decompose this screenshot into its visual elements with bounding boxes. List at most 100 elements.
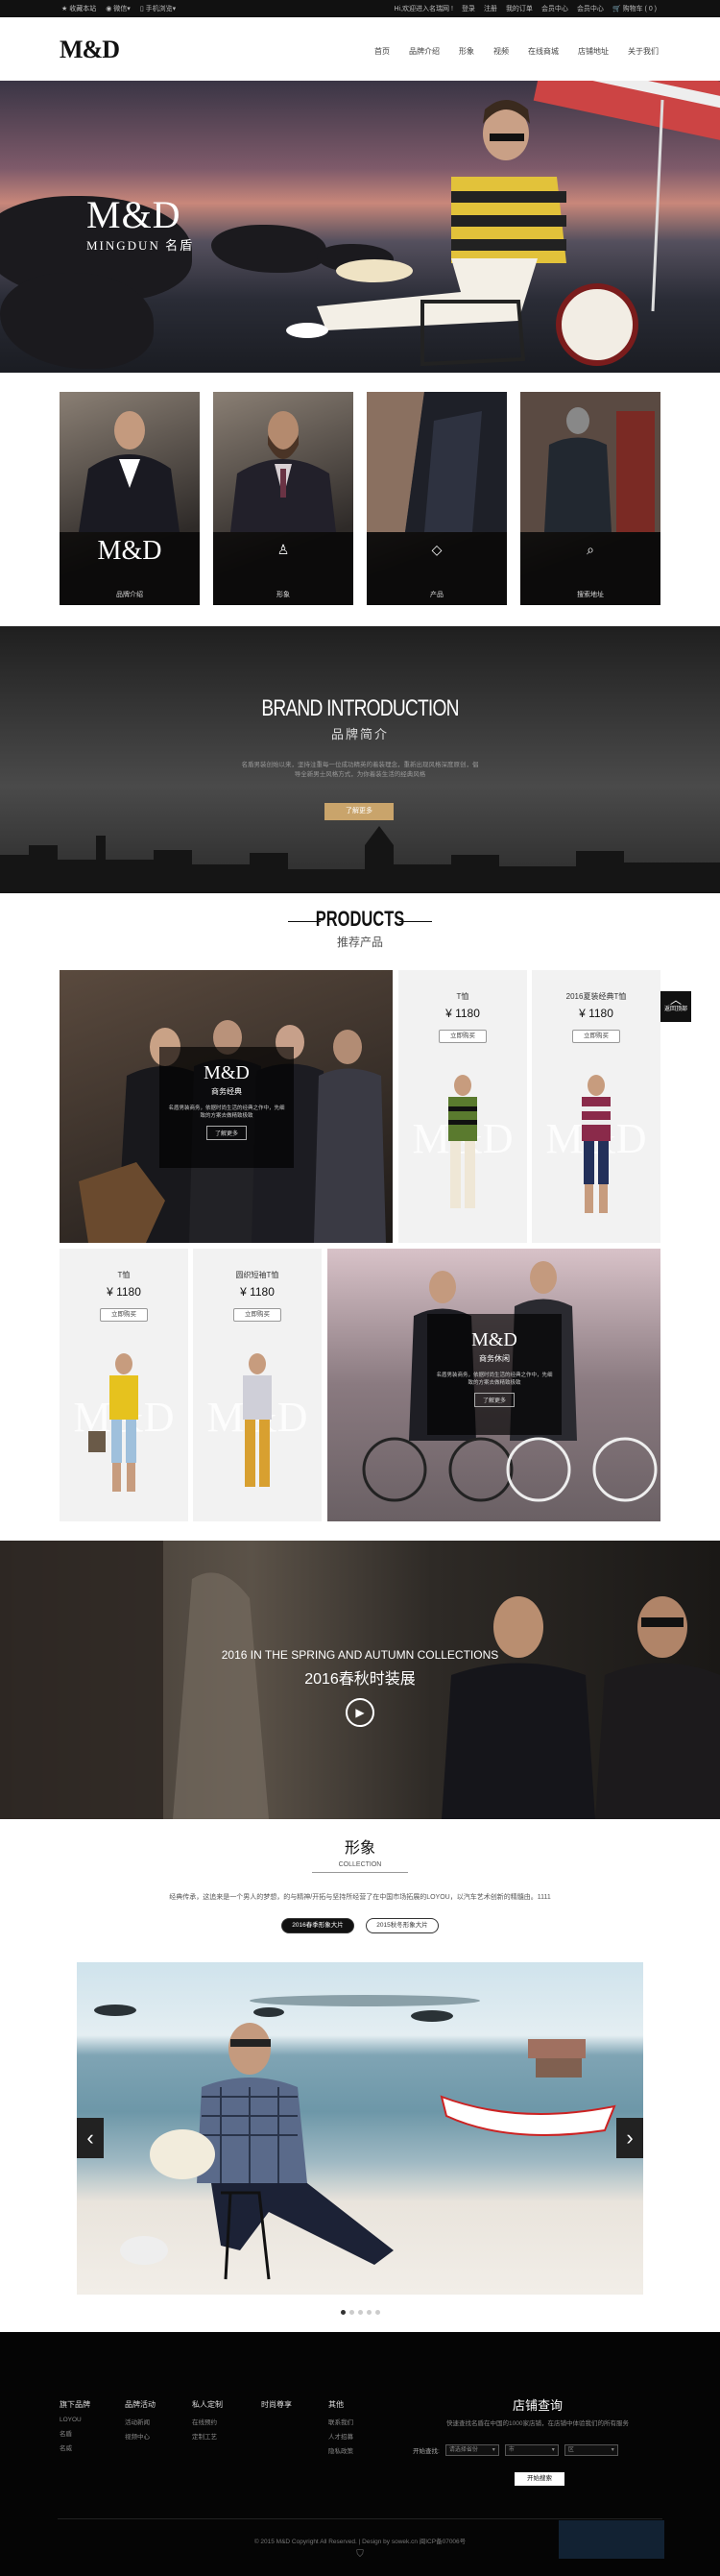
card-search[interactable]: ⌕ 搜索地址 [520, 392, 660, 605]
footer-col-events: 品牌活动 活动新闻 视频中心 [125, 2399, 156, 2445]
slider-dot[interactable] [366, 2310, 372, 2315]
divider [399, 921, 432, 922]
mobile-label: 手机浏览 [145, 6, 173, 12]
footer-link[interactable]: 视频中心 [125, 2431, 156, 2441]
card-label: 产品 [430, 592, 444, 598]
back-to-top-label: 返回顶部 [663, 1007, 687, 1012]
product-model [582, 1075, 611, 1213]
footer-link[interactable]: 活动新闻 [125, 2417, 156, 2426]
store-desc: 快速查找名盾在中国的1000家店铺，在店铺中体验我们的所有服务 [446, 2420, 629, 2427]
province-select[interactable]: 请选择省份 [444, 2444, 499, 2456]
product-price: ¥ 1180 [445, 1007, 480, 1020]
product-tile[interactable]: T恤 ¥ 1180 立即购买 M&D [60, 1249, 188, 1521]
select-label: 开始查找: [413, 2448, 440, 2455]
card-image[interactable]: ♙ 形象 [213, 392, 353, 605]
nav-home[interactable]: 首页 [374, 46, 390, 57]
footer-link[interactable]: 人才招募 [328, 2431, 353, 2441]
product-tile[interactable]: T恤 ¥ 1180 立即购买 M&D [398, 970, 527, 1243]
slider-dot[interactable] [340, 2310, 346, 2315]
orders-link[interactable]: 我的订单 [506, 4, 533, 13]
footer-link[interactable]: 联系我们 [328, 2417, 353, 2426]
buy-button[interactable]: 立即购买 [233, 1308, 281, 1322]
card-label: 品牌介绍 [116, 592, 143, 598]
tab-2015-autumn[interactable]: 2015秋冬形象大片 [366, 1918, 439, 1933]
nav-shop[interactable]: 在线商城 [528, 46, 559, 57]
product-tile[interactable]: 2016夏装经典T恤 ¥ 1180 立即购买 M&D [532, 970, 660, 1243]
favorite-link[interactable]: ★ 收藏本站 [61, 4, 96, 13]
feature-cards: M&D 品牌介绍 ♙ 形象 ◇ 产品 ⌕ 搜索地址 [60, 392, 660, 605]
login-link[interactable]: 登录 [462, 4, 475, 13]
product-business-classic[interactable]: M&D 商务经典 名盾男装商务，依据时尚生活的经典之作中，先细致的方案去做精致极… [60, 970, 393, 1243]
footer-col-fashion: 时尚尊享 [261, 2399, 292, 2417]
overlay-desc: 名盾男装商务，依据时尚生活的经典之作中，先细致的方案去做精致极致 [168, 1106, 285, 1119]
mobile-link[interactable]: ▯ 手机浏览▾ [140, 4, 176, 13]
city-select[interactable]: 市 [504, 2444, 559, 2456]
nav-stores[interactable]: 店铺地址 [578, 46, 609, 57]
member-link-2[interactable]: 会员中心 [577, 4, 604, 13]
card-image-photo [230, 411, 336, 532]
back-to-top-button[interactable]: ︿ 返回顶部 [660, 991, 691, 1022]
card-brand-photo [79, 411, 180, 532]
arrow-up-icon: ︿ [669, 993, 682, 1007]
buy-button[interactable]: 立即购买 [572, 1030, 620, 1043]
products-title: PRODUCTS [315, 907, 405, 931]
card-products-photo [367, 392, 507, 532]
collection-slider[interactable] [77, 1962, 643, 2295]
slider-dot[interactable] [374, 2310, 380, 2315]
footer-link[interactable]: 在线预约 [192, 2417, 223, 2426]
intro-text: 名盾男装创始以来，坚持注重每一位成功精英的着装理念，重新出现风格深度原创，倡导全… [241, 762, 479, 778]
product-name: 2016夏装经典T恤 [565, 992, 627, 1001]
products-subtitle: 推荐产品 [336, 936, 383, 949]
buy-button[interactable]: 立即购买 [100, 1308, 148, 1322]
hero-banner[interactable]: M&D MINGDUN 名盾 [0, 81, 720, 373]
district-select[interactable]: 区 [564, 2444, 618, 2456]
footer-link[interactable]: 隐私政策 [328, 2445, 353, 2455]
slider-dots [0, 2307, 720, 2317]
slider-next-button[interactable]: › [616, 2118, 643, 2158]
cart-label: 购物车 ( 0 ) [622, 6, 657, 12]
footer-link[interactable]: LOYOU [60, 2417, 90, 2423]
register-link[interactable]: 注册 [484, 4, 497, 13]
product-name: T恤 [456, 992, 469, 1001]
image-subtitle: COLLECTION [338, 1861, 382, 1868]
overlay-more-button[interactable]: 了解更多 [473, 1393, 515, 1407]
welcome-text: Hi,欢迎进入名瑞网 ! [394, 6, 453, 12]
site-logo[interactable]: M&D [60, 36, 120, 64]
footer-link[interactable]: 定制工艺 [192, 2431, 223, 2441]
wechat-label: 微信 [113, 6, 128, 12]
product-name: T恤 [117, 1271, 131, 1279]
footer-link[interactable]: 名盾 [60, 2428, 90, 2438]
footer-link[interactable]: 名威 [60, 2442, 90, 2452]
slider-dot[interactable] [357, 2310, 363, 2315]
nav-video[interactable]: 视频 [493, 46, 509, 57]
play-icon[interactable]: ▶ [346, 1698, 374, 1727]
buy-button[interactable]: 立即购买 [439, 1030, 487, 1043]
nav-about[interactable]: 关于我们 [628, 46, 659, 57]
products-header: PRODUCTS 推荐产品 [0, 907, 720, 950]
product-model [243, 1353, 272, 1487]
product-business-casual[interactable]: M&D 商务休闲 名盾男装商务，依据时尚生活的经典之作中，先细致的方案去做精致极… [327, 1249, 660, 1521]
card-brand[interactable]: M&D 品牌介绍 [60, 392, 200, 605]
wechat-link[interactable]: ◉ 微信▾ [106, 4, 131, 13]
product-price: ¥ 1180 [579, 1007, 613, 1020]
member-link[interactable]: 会员中心 [541, 4, 568, 13]
brand-intro-section: BRAND INTRODUCTION 品牌简介 名盾男装创始以来，坚持注重每一位… [0, 626, 720, 893]
image-title: 形象 [344, 1840, 375, 1857]
nav-image[interactable]: 形象 [459, 46, 474, 57]
store-search-button[interactable]: 开始搜索 [515, 2472, 564, 2486]
product-tile[interactable]: 圆织短袖T恤 ¥ 1180 立即购买 M&D [193, 1249, 322, 1521]
product-name: 圆织短袖T恤 [235, 1271, 279, 1279]
tab-2016-spring[interactable]: 2016春季形象大片 [281, 1918, 354, 1933]
cart-link[interactable]: 🛒 购物车 ( 0 ) [612, 4, 657, 13]
slider-prev-button[interactable]: ‹ [77, 2118, 104, 2158]
hero-model-illustration [286, 81, 720, 367]
slider-dot[interactable] [348, 2310, 354, 2315]
footer-col-title: 其他 [328, 2400, 344, 2409]
overlay-name: 商务休闲 [479, 1354, 510, 1363]
product-price: ¥ 1180 [107, 1285, 141, 1299]
card-products[interactable]: ◇ 产品 [367, 392, 507, 605]
product-model [88, 1353, 138, 1492]
footer-col-title: 品牌活动 [125, 2400, 156, 2409]
overlay-more-button[interactable]: 了解更多 [205, 1126, 247, 1140]
nav-brand[interactable]: 品牌介绍 [409, 46, 440, 57]
